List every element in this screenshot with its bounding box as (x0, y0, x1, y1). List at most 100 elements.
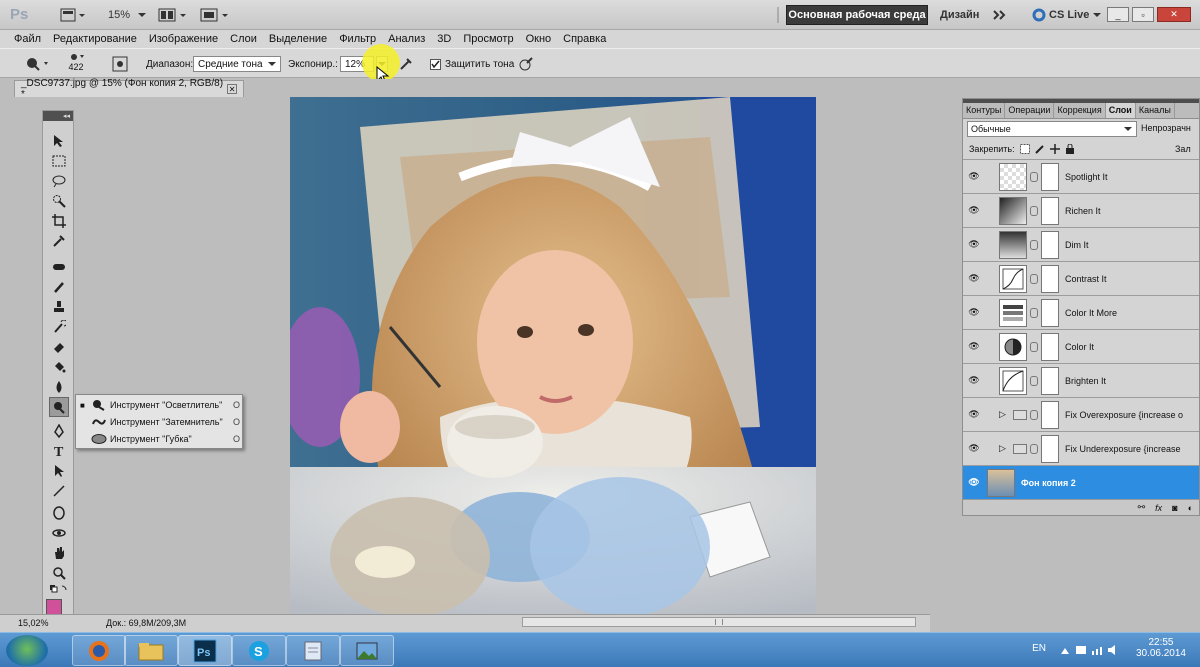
taskbar-explorer-icon[interactable] (124, 635, 178, 666)
lock-position-icon[interactable] (1049, 144, 1060, 154)
scrollbar-thumb[interactable] (715, 619, 723, 625)
menu-analysis[interactable]: Анализ (388, 33, 425, 45)
menu-image[interactable]: Изображение (149, 33, 218, 45)
taskbar-firefox-icon[interactable] (72, 635, 126, 666)
foreground-color-swatch[interactable] (46, 599, 62, 615)
menu-select[interactable]: Выделение (269, 33, 327, 45)
pen-tool-icon[interactable] (49, 421, 69, 441)
flyout-item-dodge[interactable]: ■ Инструмент "Осветлитель" O (80, 397, 240, 413)
range-select[interactable]: Средние тона (193, 56, 281, 72)
clone-stamp-tool-icon[interactable] (49, 297, 69, 317)
line-tool-icon[interactable] (49, 481, 69, 501)
tool-preset-picker[interactable] (24, 56, 50, 72)
doc-layout-icon[interactable] (60, 6, 86, 24)
layer-group-row[interactable]: 👁 ▷ Fix Overexposure {increase o (963, 397, 1199, 431)
system-tray-icons[interactable] (1058, 643, 1118, 660)
paint-bucket-tool-icon[interactable] (49, 357, 69, 377)
chain-link-icon[interactable] (1030, 443, 1038, 454)
tab-layers[interactable]: Слои (1105, 103, 1136, 118)
link-layers-icon[interactable]: ⚯ (1138, 502, 1146, 513)
visibility-eye-icon[interactable]: 👁 (963, 205, 985, 216)
visibility-eye-icon[interactable]: 👁 (963, 341, 985, 352)
horizontal-scrollbar[interactable] (522, 617, 916, 627)
zoom-tool-icon[interactable] (49, 563, 69, 583)
chain-link-icon[interactable] (1030, 375, 1038, 386)
layer-row[interactable]: 👁 Color It More (963, 295, 1199, 329)
workspace-essentials-button[interactable]: Основная рабочая среда (786, 5, 928, 25)
chain-link-icon[interactable] (1030, 409, 1038, 420)
chain-link-icon[interactable] (1030, 171, 1038, 182)
chain-link-icon[interactable] (1030, 239, 1038, 250)
lasso-tool-icon[interactable] (49, 171, 69, 191)
tools-panel-header[interactable]: ◂◂ (43, 111, 73, 121)
protect-tones-checkbox[interactable]: Защитить тона (430, 56, 514, 72)
pressure-size-icon[interactable] (518, 56, 534, 72)
restore-button[interactable]: ▫ (1132, 7, 1154, 22)
visibility-eye-icon[interactable]: 👁 (963, 307, 985, 318)
new-adjustment-icon[interactable]: ◐ (1188, 503, 1193, 513)
menu-filter[interactable]: Фильтр (339, 33, 376, 45)
move-tool-icon[interactable] (49, 131, 69, 151)
taskbar-image-viewer-icon[interactable] (340, 635, 394, 666)
layer-row[interactable]: 👁 Color It (963, 329, 1199, 363)
expand-arrow-icon[interactable]: ▷ (999, 443, 1013, 454)
tab-actions[interactable]: Операции (1005, 103, 1055, 118)
quick-selection-tool-icon[interactable] (49, 191, 69, 211)
layer-row[interactable]: 👁 Dim It (963, 227, 1199, 261)
menu-edit[interactable]: Редактирование (53, 33, 137, 45)
arrange-documents-icon[interactable] (158, 6, 188, 24)
screen-mode-icon[interactable] (200, 6, 230, 24)
brush-panel-toggle-icon[interactable] (112, 56, 128, 72)
close-button[interactable]: ✕ (1157, 7, 1191, 22)
layer-row-selected[interactable]: 👁 Фон копия 2 (963, 465, 1199, 499)
3d-rotate-tool-icon[interactable] (49, 503, 69, 523)
blur-tool-icon[interactable] (49, 377, 69, 397)
taskbar-photoshop-icon[interactable]: Ps (178, 635, 232, 666)
menu-file[interactable]: Файл (14, 33, 41, 45)
dodge-tool-icon[interactable] (49, 397, 69, 417)
status-zoom[interactable]: 15,02% (18, 618, 49, 628)
visibility-eye-icon[interactable]: 👁 (963, 409, 985, 420)
chain-link-icon[interactable] (1030, 341, 1038, 352)
cs-live-button[interactable]: CS Live (1032, 6, 1102, 24)
lock-all-icon[interactable] (1065, 144, 1075, 154)
visibility-eye-icon[interactable]: 👁 (963, 273, 985, 284)
menu-view[interactable]: Просмотр (463, 33, 513, 45)
layer-group-row[interactable]: 👁 ▷ Fix Underexposure {increase (963, 431, 1199, 465)
type-tool-icon[interactable]: T (49, 441, 69, 461)
eraser-tool-icon[interactable] (49, 337, 69, 357)
brush-tool-icon[interactable] (49, 277, 69, 297)
layer-row[interactable]: 👁 Brighten It (963, 363, 1199, 397)
menu-3d[interactable]: 3D (437, 33, 451, 45)
visibility-eye-icon[interactable]: 👁 (963, 443, 985, 454)
brush-preset-picker[interactable]: 422 (66, 52, 86, 78)
more-workspaces-icon[interactable] (992, 6, 1008, 24)
lock-transparent-icon[interactable] (1019, 144, 1030, 154)
menu-layers[interactable]: Слои (230, 33, 257, 45)
menu-window[interactable]: Окно (526, 33, 552, 45)
language-indicator[interactable]: EN (1032, 643, 1046, 654)
visibility-eye-icon[interactable]: 👁 (963, 239, 985, 250)
blend-mode-select[interactable]: Обычные (967, 121, 1137, 137)
start-button-icon[interactable] (6, 635, 48, 666)
zoom-level-select[interactable]: 15% (108, 6, 148, 24)
3d-orbit-tool-icon[interactable] (49, 523, 69, 543)
menu-help[interactable]: Справка (563, 33, 606, 45)
layer-row[interactable]: 👁 Spotlight It (963, 159, 1199, 193)
taskbar-notepad-icon[interactable] (286, 635, 340, 666)
chain-link-icon[interactable] (1030, 273, 1038, 284)
document-canvas[interactable] (290, 97, 816, 614)
path-selection-tool-icon[interactable] (49, 461, 69, 481)
tab-channels[interactable]: Каналы (1136, 103, 1175, 118)
document-tab-close-icon[interactable]: ✕ (227, 84, 237, 94)
chain-link-icon[interactable] (1030, 307, 1038, 318)
healing-brush-tool-icon[interactable] (49, 257, 69, 277)
clock[interactable]: 22:55 30.06.2014 (1136, 637, 1186, 659)
layer-row[interactable]: 👁 Contrast It (963, 261, 1199, 295)
taskbar-skype-icon[interactable]: S (232, 635, 286, 666)
add-mask-icon[interactable]: ◙ (1172, 503, 1177, 513)
flyout-item-burn[interactable]: Инструмент "Затемнитель" O (80, 414, 240, 430)
workspace-design-button[interactable]: Дизайн (940, 6, 979, 24)
visibility-eye-icon[interactable]: 👁 (963, 171, 985, 182)
lock-pixels-icon[interactable] (1034, 144, 1045, 154)
